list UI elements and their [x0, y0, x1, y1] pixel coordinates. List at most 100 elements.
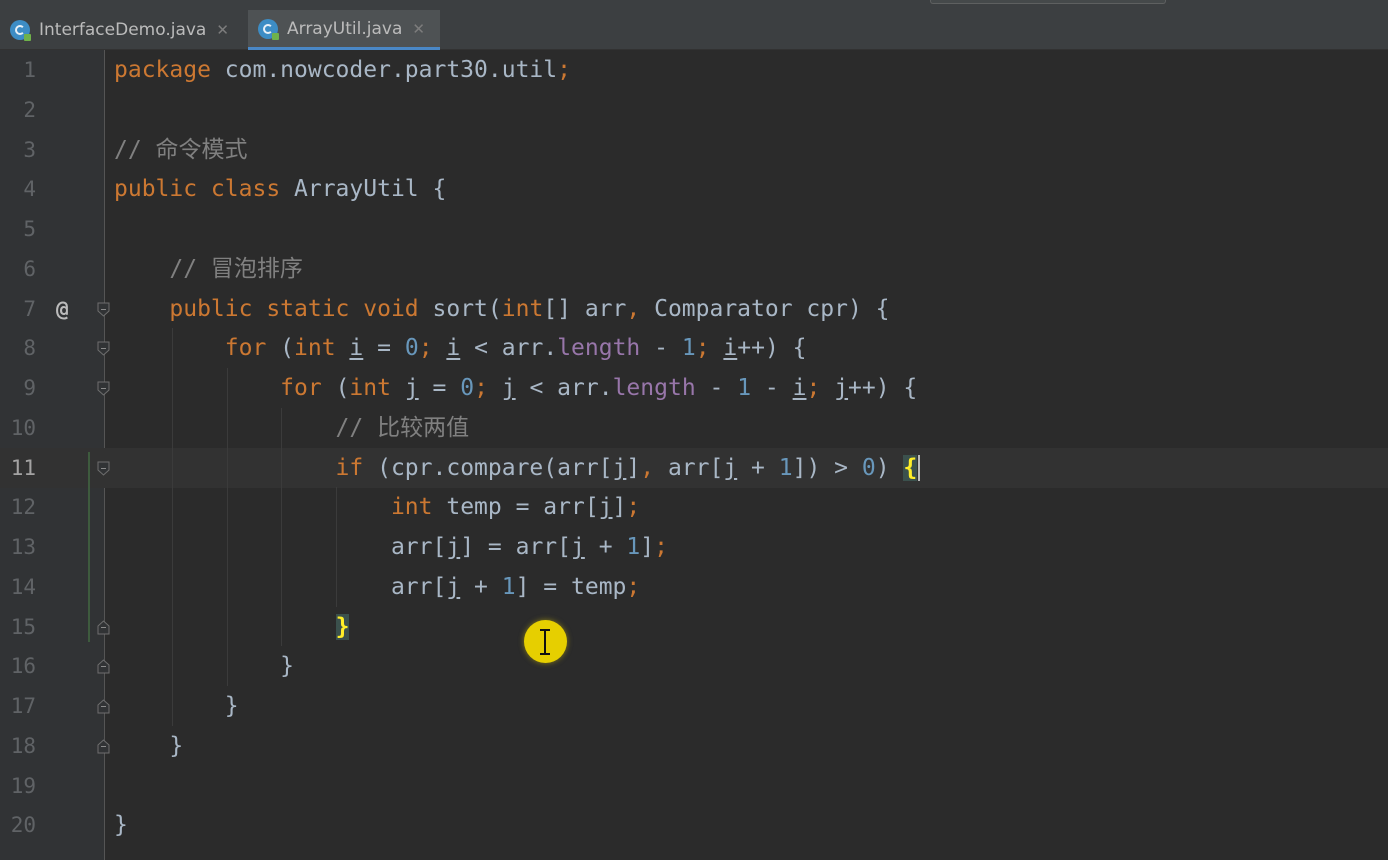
code-token: )	[875, 454, 904, 481]
code-line[interactable]: 19	[0, 766, 1388, 806]
code-token: temp = arr[	[446, 494, 599, 521]
code-token: j	[570, 534, 585, 560]
line-number[interactable]: 19	[0, 766, 36, 806]
code-line[interactable]: 4 public class ArrayUtil {	[0, 169, 1388, 209]
code-token: sort(	[432, 295, 502, 322]
code-text[interactable]: if (cpr.compare(arr[j], arr[j + 1]) > 0)…	[114, 448, 921, 488]
line-number[interactable]: 10	[0, 408, 36, 448]
code-text[interactable]: int temp = arr[j];	[114, 487, 640, 527]
line-number[interactable]: 7	[0, 289, 36, 329]
line-number[interactable]: 11	[0, 448, 36, 488]
fold-close-icon[interactable]	[97, 699, 110, 714]
code-text[interactable]: // 命令模式	[114, 130, 248, 170]
code-text[interactable]: }	[114, 646, 294, 686]
code-line[interactable]: 12 int temp = arr[j];	[0, 487, 1388, 527]
code-text[interactable]: public static void sort(int[] arr, Compa…	[114, 289, 889, 329]
code-line[interactable]: 6 // 冒泡排序	[0, 249, 1388, 289]
indent-guide	[281, 407, 283, 647]
line-number[interactable]: 9	[0, 368, 36, 408]
code-token: package	[114, 57, 225, 83]
code-line[interactable]: 14 arr[j + 1] = temp;	[0, 567, 1388, 607]
code-text[interactable]: // 冒泡排序	[114, 249, 303, 289]
line-number[interactable]: 1	[0, 50, 36, 90]
code-text[interactable]: for (int i = 0; i < arr.length - 1; i++)…	[114, 328, 807, 368]
line-number[interactable]: 15	[0, 607, 36, 647]
code-token: 1	[501, 573, 516, 600]
override-marker-icon[interactable]: @	[56, 289, 69, 329]
line-number[interactable]: 17	[0, 686, 36, 726]
code-token: j	[404, 375, 419, 401]
code-token: ]	[640, 534, 655, 560]
fold-open-icon[interactable]	[97, 461, 110, 476]
line-number[interactable]: 3	[0, 130, 36, 170]
toolbar-search-strip[interactable]	[930, 0, 1166, 4]
vcs-change-marker[interactable]	[88, 452, 90, 642]
code-line[interactable]: 2	[0, 90, 1388, 130]
close-icon[interactable]: ✕	[412, 20, 425, 38]
code-token: (	[280, 335, 295, 362]
code-token: -	[751, 375, 793, 401]
line-number[interactable]: 13	[0, 527, 36, 567]
line-number[interactable]: 12	[0, 487, 36, 527]
code-token: ]) >	[792, 454, 862, 481]
line-number[interactable]: 2	[0, 90, 36, 130]
code-text[interactable]: }	[114, 607, 350, 647]
line-number[interactable]: 8	[0, 328, 36, 368]
code-line[interactable]: 7 @ public static void sort(int[] arr, Co…	[0, 289, 1388, 329]
code-text[interactable]: arr[j + 1] = temp;	[114, 567, 640, 607]
code-line[interactable]: 13 arr[j] = arr[j + 1];	[0, 527, 1388, 567]
code-line[interactable]: 1 package com.nowcoder.part30.util;	[0, 50, 1388, 90]
text-cursor-icon	[540, 629, 550, 655]
line-number[interactable]: 6	[0, 249, 36, 289]
line-number[interactable]: 18	[0, 726, 36, 766]
code-line[interactable]: 15 }	[0, 607, 1388, 647]
line-number[interactable]: 16	[0, 646, 36, 686]
code-line[interactable]: 10 // 比较两值	[0, 408, 1388, 448]
fold-open-icon[interactable]	[97, 381, 110, 396]
line-number[interactable]: 20	[0, 805, 36, 845]
code-token: -	[695, 375, 738, 401]
code-line[interactable]: 16 }	[0, 646, 1388, 686]
fold-open-icon[interactable]	[97, 302, 110, 317]
code-text[interactable]: arr[j] = arr[j + 1];	[114, 527, 668, 567]
close-icon[interactable]: ✕	[216, 21, 229, 39]
code-text[interactable]: public class ArrayUtil {	[114, 169, 446, 209]
code-line[interactable]: 8 for (int i = 0; i < arr.length - 1; i+…	[0, 328, 1388, 368]
line-number[interactable]: 4	[0, 169, 36, 209]
code-token: =	[418, 375, 461, 401]
tab-interface-demo[interactable]: InterfaceDemo.java ✕	[0, 10, 246, 50]
tab-array-util[interactable]: ArrayUtil.java ✕	[248, 10, 440, 50]
code-token: 0	[861, 454, 876, 481]
code-text[interactable]: }	[114, 805, 128, 845]
code-token: +	[737, 454, 779, 481]
code-line[interactable]: 18 }	[0, 726, 1388, 766]
code-token: ]	[626, 454, 641, 481]
code-line[interactable]: 11 if (cpr.compare(arr[j], arr[j + 1]) >…	[0, 447, 1388, 488]
code-line[interactable]: 17 }	[0, 686, 1388, 726]
text-caret	[918, 455, 921, 481]
fold-close-icon[interactable]	[97, 739, 110, 754]
code-line[interactable]: 20}	[0, 805, 1388, 845]
code-token: i	[792, 375, 807, 401]
code-text[interactable]: }	[114, 726, 183, 766]
code-text[interactable]: // 比较两值	[114, 408, 470, 448]
code-line[interactable]: 9 for (int j = 0; j < arr.length - 1 - i…	[0, 368, 1388, 408]
fold-open-icon[interactable]	[97, 341, 110, 356]
indent-guide	[226, 368, 228, 686]
code-token: j	[598, 494, 613, 521]
code-token: int	[114, 494, 447, 521]
code-text[interactable]: package com.nowcoder.part30.util;	[114, 50, 571, 90]
code-line[interactable]: 3 // 命令模式	[0, 130, 1388, 170]
line-number[interactable]: 5	[0, 209, 36, 249]
editor-tab-bar: InterfaceDemo.java ✕ ArrayUtil.java ✕	[0, 0, 1388, 50]
fold-close-icon[interactable]	[97, 619, 110, 635]
code-text[interactable]: for (int j = 0; j < arr.length - 1 - i; …	[114, 368, 917, 408]
code-token: (cpr.compare(arr[	[377, 454, 613, 481]
code-token: ]	[612, 494, 627, 521]
code-token: // 冒泡排序	[114, 255, 303, 282]
fold-close-icon[interactable]	[97, 659, 110, 674]
code-token: int	[294, 335, 350, 362]
code-text[interactable]: }	[114, 686, 239, 726]
code-line[interactable]: 5	[0, 209, 1388, 249]
line-number[interactable]: 14	[0, 567, 36, 607]
